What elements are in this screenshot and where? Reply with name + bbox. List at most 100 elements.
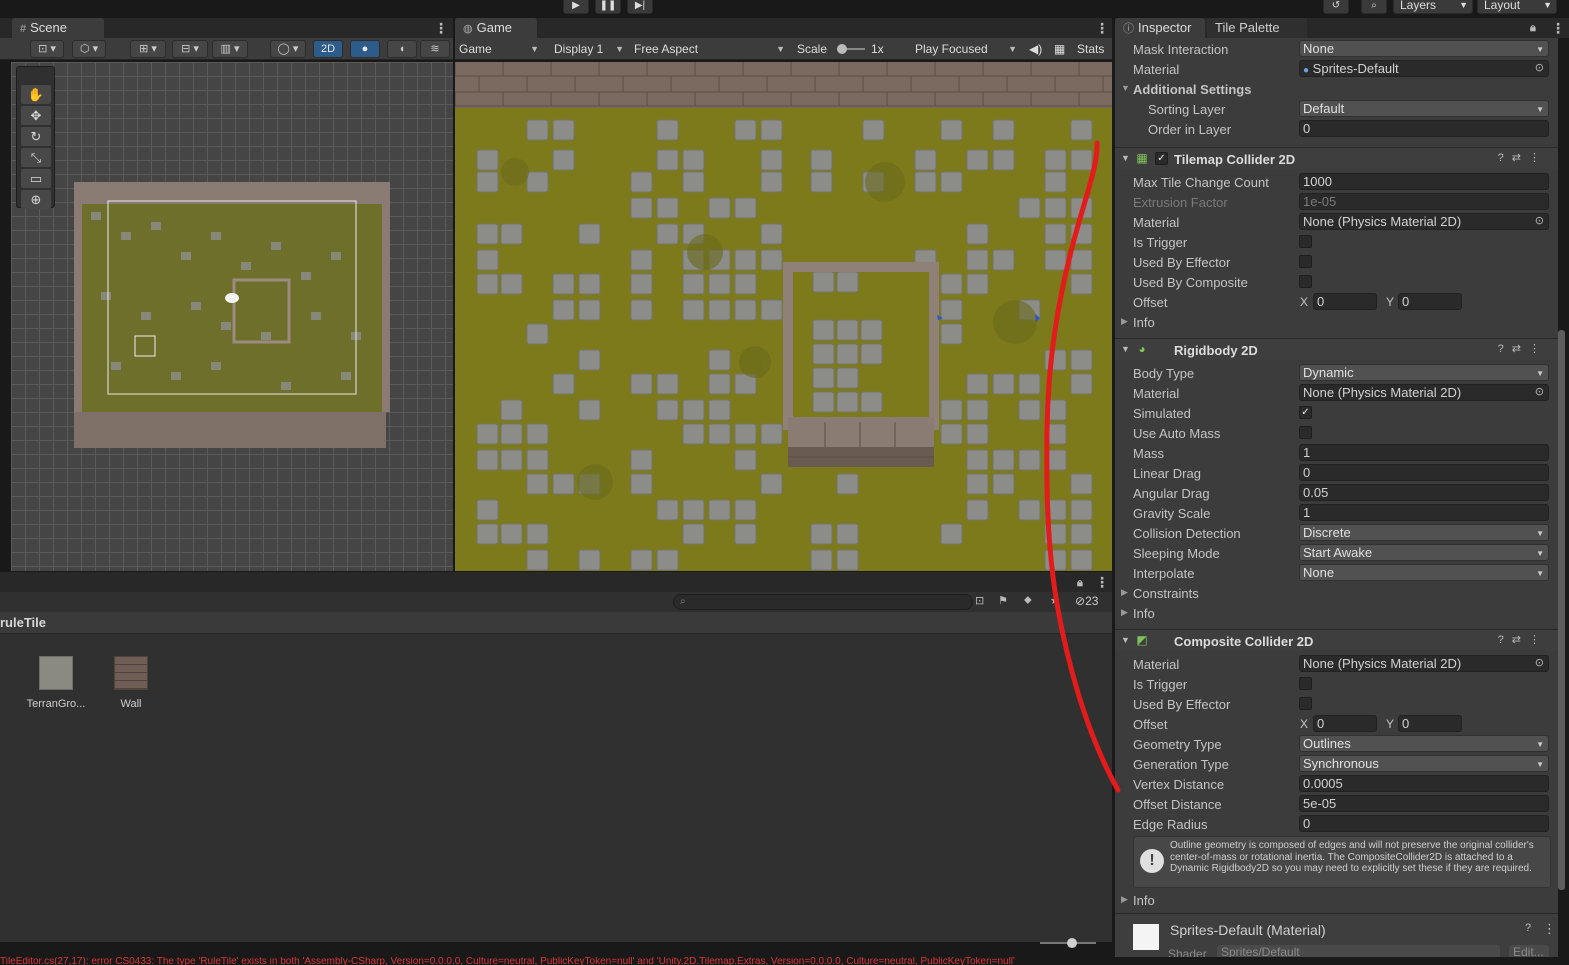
step-button[interactable]: ▶| [627,0,653,14]
inspector-menu-icon[interactable]: ⋮ [1551,21,1565,35]
component-menu-icon[interactable]: ⋮ [1543,921,1556,937]
mode-2d-button[interactable]: 2D [313,40,343,58]
project-menu-icon[interactable]: ⋮ [1095,575,1109,589]
tab-game[interactable]: ◍ Game [455,18,537,38]
game-menu-icon[interactable]: ⋮ [1095,21,1109,35]
offset-x-field[interactable]: 0 [1313,293,1377,310]
gravity-scale-field[interactable]: 1 [1299,504,1549,521]
rigidbody-info-foldout[interactable]: ▶ Info [1115,603,1558,623]
layers-dropdown[interactable]: Layers ▼ [1393,0,1473,14]
sleeping-mode-dropdown[interactable]: Start Awake [1299,544,1549,561]
tag-icon[interactable]: ⬥ [1024,594,1038,610]
lock-icon[interactable]: 🔒︎ [1077,576,1083,590]
search-by-type-icon[interactable]: ⊡ [975,594,989,610]
hidden-packages-toggle[interactable]: ⊘23 [1075,594,1111,610]
asset-wall[interactable]: Wall [99,656,163,710]
console-status-bar[interactable]: TileEditor.cs(27,17): error CS0433: The … [0,957,1569,965]
pause-button[interactable]: ❚❚ [595,0,621,14]
snap-button[interactable]: ⊞ ▾ [130,40,166,58]
order-in-layer-field[interactable]: 0 [1299,120,1549,137]
effects-toggle-icon[interactable]: ≋ [420,40,450,58]
linear-drag-field[interactable]: 0 [1299,464,1549,481]
play-mode-select[interactable]: Play Focused ▼ [915,40,1021,58]
used-by-composite-checkbox[interactable] [1299,275,1312,288]
body-type-dropdown[interactable]: Dynamic [1299,364,1549,381]
tab-scene[interactable]: # Scene [12,18,104,38]
scene-view[interactable] [11,62,453,571]
help-icon[interactable]: ? [1498,343,1512,355]
component-menu-icon[interactable]: ⋮ [1529,343,1548,355]
offset-x-field[interactable]: 0 [1313,715,1377,732]
move-tool-icon[interactable]: ✥ [21,106,51,125]
display-select[interactable]: Display 1 ▼ [554,40,628,58]
help-icon[interactable]: ? [1525,922,1531,934]
favorite-icon[interactable]: ★ [1050,594,1064,610]
component-enabled-checkbox[interactable]: ✓ [1155,152,1168,165]
mask-interaction-dropdown[interactable]: None [1299,40,1549,57]
used-by-effector-checkbox[interactable] [1299,697,1312,710]
use-auto-mass-checkbox[interactable] [1299,426,1312,439]
stats-button[interactable]: Stats [1077,40,1111,58]
rect-tool-icon[interactable]: ▭ [21,169,51,188]
play-button[interactable]: ▶ [563,0,589,14]
grid-snap-button[interactable]: ⊟ ▾ [172,40,208,58]
breadcrumb-folder[interactable]: ruleTile [0,615,46,630]
edge-radius-field[interactable]: 0 [1299,815,1549,832]
gizmos-grid-icon[interactable]: ▦ [1054,40,1070,58]
transform-tool-icon[interactable]: ⊕ [21,190,51,209]
help-icon[interactable]: ? [1498,634,1512,646]
scene-menu-icon[interactable]: ⋮ [434,21,448,35]
game-view-select[interactable]: Game ▼ [459,40,543,58]
component-menu-icon[interactable]: ⋮ [1529,634,1548,646]
offset-y-field[interactable]: 0 [1398,715,1462,732]
max-tile-change-field[interactable]: 1000 [1299,173,1549,190]
mute-audio-icon[interactable]: ◀) [1029,40,1043,58]
constraints-foldout[interactable]: ▶ Constraints [1115,583,1558,603]
search-icon[interactable]: ⌕ [1361,0,1387,14]
geometry-type-dropdown[interactable]: Outlines [1299,735,1549,752]
audio-toggle-icon[interactable]: ◖ [387,40,417,58]
game-view[interactable] [455,62,1112,571]
preset-icon[interactable]: ⇄ [1512,152,1529,164]
composite-info-foldout[interactable]: ▶ Info [1115,890,1558,910]
material-field[interactable]: ● Sprites-Default [1299,60,1549,77]
angular-drag-field[interactable]: 0.05 [1299,484,1549,501]
lock-icon[interactable]: 🔒︎ [1530,21,1536,35]
aspect-select[interactable]: Free Aspect ▼ [634,40,789,58]
rigidbody-header[interactable]: ▼ ◕ Rigidbody 2D ?⇄⋮ [1115,338,1558,360]
hand-tool-icon[interactable]: ✋ [21,85,51,104]
vertex-distance-field[interactable]: 0.0005 [1299,775,1549,792]
offset-y-field[interactable]: 0 [1398,293,1462,310]
interpolate-dropdown[interactable]: None [1299,564,1549,581]
scale-slider-handle[interactable] [837,44,847,54]
additional-settings-foldout[interactable]: ▼ Additional Settings [1115,79,1558,99]
tab-tile-palette[interactable]: Tile Palette [1207,18,1307,38]
inspector-scrollbar[interactable] [1558,330,1565,890]
preset-icon[interactable]: ⇄ [1512,343,1529,355]
rigidbody-material-field[interactable]: None (Physics Material 2D) [1299,384,1549,401]
thumbnail-size-handle[interactable] [1067,938,1077,948]
search-by-label-icon[interactable]: ⚑ [998,594,1012,610]
layout-dropdown[interactable]: Layout ▼ [1477,0,1557,14]
tilemap-info-foldout[interactable]: ▶ Info [1115,312,1558,332]
lighting-toggle-icon[interactable]: ● [350,40,380,58]
offset-distance-field[interactable]: 5e-05 [1299,795,1549,812]
tilemap-material-field[interactable]: None (Physics Material 2D) [1299,213,1549,230]
preset-icon[interactable]: ⇄ [1512,634,1529,646]
composite-material-field[interactable]: None (Physics Material 2D) [1299,655,1549,672]
search-input[interactable]: ⌕ [673,594,973,610]
gizmo-tool-button[interactable]: ⊡ ▾ [30,40,64,58]
increment-snap-button[interactable]: ▥ ▾ [212,40,248,58]
scale-tool-icon[interactable]: ⤡ [21,148,51,167]
is-trigger-checkbox[interactable] [1299,677,1312,690]
collision-detection-dropdown[interactable]: Discrete [1299,524,1549,541]
tab-inspector[interactable]: ⓘ Inspector [1115,18,1205,38]
used-by-effector-checkbox[interactable] [1299,255,1312,268]
sorting-layer-dropdown[interactable]: Default [1299,100,1549,117]
rotate-tool-icon[interactable]: ↻ [21,127,51,146]
draw-mode-button[interactable]: ⬡ ▾ [72,40,106,58]
history-icon[interactable]: ↺ [1323,0,1349,14]
component-menu-icon[interactable]: ⋮ [1529,152,1548,164]
is-trigger-checkbox[interactable] [1299,235,1312,248]
generation-type-dropdown[interactable]: Synchronous [1299,755,1549,772]
